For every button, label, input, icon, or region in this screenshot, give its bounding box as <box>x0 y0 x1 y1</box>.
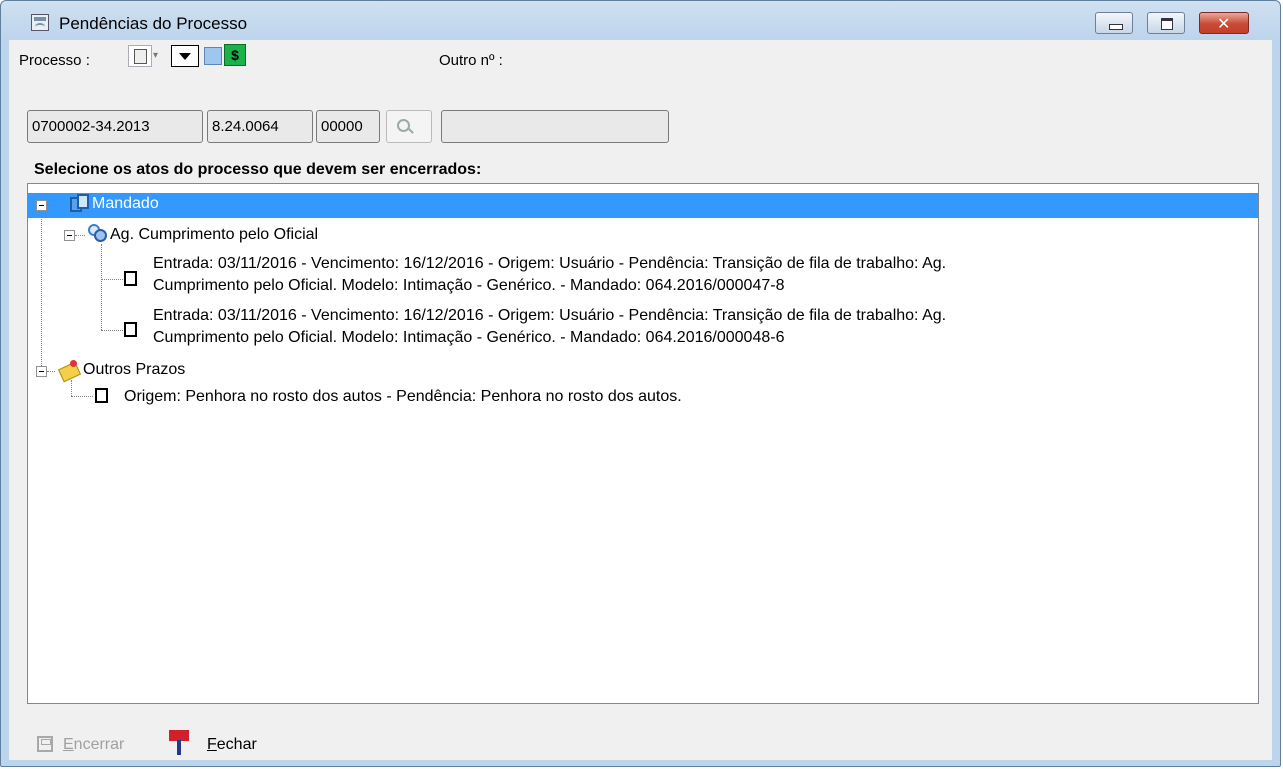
encerrar-label: ncerrar <box>73 736 125 753</box>
document-icon-button[interactable] <box>128 45 152 67</box>
pendencias-tree[interactable]: Mandado Ag. Cumprimento pelo Oficial Ent… <box>27 183 1259 704</box>
title-bar[interactable]: Pendências do Processo <box>1 1 1280 39</box>
selected-row-highlight <box>28 193 1258 218</box>
blue-square-icon <box>204 47 222 65</box>
maximize-button[interactable] <box>1147 12 1185 34</box>
processo-seq-field[interactable]: 00000 <box>316 110 380 143</box>
pendencia-checkbox[interactable] <box>124 271 137 286</box>
pendencia-line2: Cumprimento pelo Oficial. Modelo: Intima… <box>153 277 785 294</box>
instruction-label: Selecione os atos do processo que devem … <box>34 161 482 178</box>
minimize-button[interactable] <box>1095 12 1133 34</box>
tree-node-outros-prazos[interactable]: Outros Prazos <box>83 361 185 379</box>
fechar-icon <box>169 730 189 756</box>
fechar-button[interactable]: Fechar <box>207 736 257 754</box>
pendencia-line2: Cumprimento pelo Oficial. Modelo: Intima… <box>153 329 785 346</box>
pendencia-checkbox[interactable] <box>95 388 108 403</box>
search-button[interactable] <box>386 110 432 143</box>
encerrar-button[interactable]: Encerrar <box>63 736 124 754</box>
pendencia-checkbox[interactable] <box>124 322 137 337</box>
prazos-icon <box>57 360 82 383</box>
collapse-mandado[interactable] <box>36 200 47 211</box>
custas-button[interactable]: $ <box>204 44 246 66</box>
fechar-label: echar <box>216 736 257 753</box>
bottom-toolbar <box>9 711 1272 761</box>
fechar-mnemonic: F <box>207 736 217 753</box>
outro-numero-field[interactable] <box>441 110 669 143</box>
collapse-ag-cumprimento[interactable] <box>64 230 75 241</box>
tree-node-mandado[interactable]: Mandado <box>92 195 159 213</box>
mandado-icon <box>70 194 90 214</box>
pendencia-line1: Entrada: 03/11/2016 - Vencimento: 16/12/… <box>153 307 947 324</box>
processo-label: Processo : <box>19 52 90 69</box>
save-icon <box>37 736 53 752</box>
cumprimento-icon <box>88 224 110 244</box>
app-icon <box>31 14 49 31</box>
tree-node-ag-cumprimento[interactable]: Ag. Cumprimento pelo Oficial <box>110 226 318 244</box>
close-button[interactable] <box>1199 12 1249 34</box>
outro-numero-label: Outro nº : <box>439 52 503 69</box>
collapse-outros-prazos[interactable] <box>36 366 47 377</box>
processo-ano-field[interactable]: 8.24.0064 <box>207 110 313 143</box>
pendencia-line1: Entrada: 03/11/2016 - Vencimento: 16/12/… <box>153 255 947 272</box>
money-icon: $ <box>224 44 246 66</box>
dropdown-button[interactable] <box>171 45 199 67</box>
window-title: Pendências do Processo <box>59 14 248 33</box>
encerrar-mnemonic: E <box>63 736 74 753</box>
pendencia-line1: Origem: Penhora no rosto dos autos - Pen… <box>124 388 682 405</box>
dropdown-arrow-icon[interactable]: ▾ <box>153 45 167 67</box>
processo-numero-field[interactable]: 0700002-34.2013 <box>27 110 203 143</box>
window: Pendências do Processo Processo : ▾ $ Ou… <box>0 0 1281 767</box>
